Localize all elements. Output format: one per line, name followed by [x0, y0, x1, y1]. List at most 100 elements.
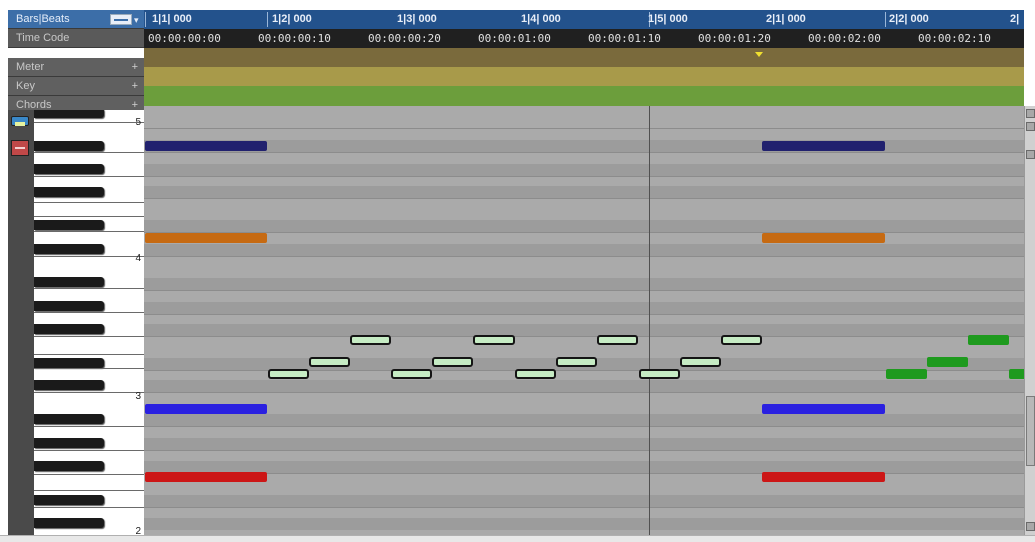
- grid-row-shade: [144, 380, 1024, 392]
- midi-note[interactable]: [145, 404, 267, 414]
- midi-note[interactable]: [145, 472, 267, 482]
- zoom-out-icon[interactable]: [1026, 122, 1035, 131]
- midi-note[interactable]: [639, 369, 680, 379]
- grid-row-shade: [144, 518, 1024, 530]
- grid-line: [144, 426, 1024, 427]
- grid-line: [144, 290, 1024, 291]
- piano-black-key[interactable]: [34, 518, 104, 528]
- time-code-value: 00:00:00:00: [148, 32, 221, 45]
- piano-black-key[interactable]: [34, 414, 104, 424]
- midi-note[interactable]: [309, 357, 350, 367]
- scrollbar-thumb[interactable]: [1026, 396, 1035, 466]
- scroll-up-arrow-icon[interactable]: [1026, 150, 1035, 159]
- piano-key-divider: [34, 176, 144, 177]
- grid-row-shade: [144, 186, 1024, 198]
- midi-note[interactable]: [927, 357, 968, 367]
- piano-black-key[interactable]: [34, 164, 104, 174]
- chords-lane[interactable]: [144, 86, 1024, 106]
- ruler-tick: [885, 12, 886, 27]
- bars-beats-ruler-header[interactable]: Bars|Beats ▾: [8, 10, 144, 29]
- grid-row-shade: [144, 140, 1024, 152]
- midi-note[interactable]: [762, 233, 885, 243]
- grid-row-shade: [144, 278, 1024, 290]
- midi-note[interactable]: [1009, 369, 1024, 379]
- grid-row-shade: [144, 302, 1024, 314]
- time-code-value: 00:00:02:10: [918, 32, 991, 45]
- piano-key-divider: [34, 202, 144, 203]
- bars-beats-ruler[interactable]: 1|1| 000 1|2| 000 1|3| 000 1|4| 000 1|5|…: [144, 10, 1024, 29]
- ruler-tick: [267, 12, 268, 27]
- time-code-ruler[interactable]: 00:00:00:00 00:00:00:10 00:00:00:20 00:0…: [144, 29, 1024, 48]
- grid-line: [144, 256, 1024, 257]
- grid-row-shade: [144, 220, 1024, 232]
- grid-row-shade: [144, 164, 1024, 176]
- grid-line: [144, 507, 1024, 508]
- bar-label: 1|4| 000: [521, 13, 561, 25]
- time-code-ruler-header[interactable]: Time Code: [8, 29, 144, 48]
- octave-label: 3: [135, 391, 141, 402]
- marker-triangle-icon[interactable]: [755, 52, 763, 57]
- key-track-header[interactable]: Key +: [8, 77, 144, 96]
- piano-black-key[interactable]: [34, 110, 104, 118]
- piano-black-key[interactable]: [34, 141, 104, 151]
- midi-note[interactable]: [680, 357, 721, 367]
- midi-note[interactable]: [762, 404, 885, 414]
- piano-key-divider: [34, 450, 144, 451]
- piano-black-key[interactable]: [34, 277, 104, 287]
- midi-note[interactable]: [268, 369, 309, 379]
- midi-note[interactable]: [515, 369, 556, 379]
- erase-tool-icon[interactable]: [11, 140, 29, 156]
- midi-note[interactable]: [762, 141, 885, 151]
- bar-label: 1|1| 000: [152, 13, 192, 25]
- time-code-value: 00:00:01:20: [698, 32, 771, 45]
- piano-black-key[interactable]: [34, 324, 104, 334]
- midi-note[interactable]: [762, 472, 885, 482]
- piano-black-key[interactable]: [34, 438, 104, 448]
- piano-black-key[interactable]: [34, 187, 104, 197]
- bar-label: 1|3| 000: [397, 13, 437, 25]
- piano-roll-grid[interactable]: [144, 106, 1024, 535]
- key-lane[interactable]: [144, 67, 1024, 86]
- grid-row-shade: [144, 414, 1024, 426]
- midi-note[interactable]: [350, 335, 391, 345]
- add-meter-button[interactable]: +: [132, 58, 138, 77]
- grid-row-shade: [144, 495, 1024, 507]
- midi-note[interactable]: [432, 357, 473, 367]
- ruler-menu-icon[interactable]: [110, 14, 132, 25]
- midi-note[interactable]: [391, 369, 432, 379]
- piano-key-divider: [34, 336, 144, 337]
- piano-black-key[interactable]: [34, 220, 104, 230]
- piano-keyboard[interactable]: 5 4 3 2: [34, 110, 145, 535]
- top-strip: [0, 0, 1035, 10]
- vertical-scrollbar[interactable]: [1024, 106, 1035, 535]
- chevron-down-icon[interactable]: ▾: [134, 11, 139, 30]
- note-tool-icon[interactable]: [11, 116, 29, 126]
- ruler-tick: [145, 12, 146, 27]
- octave-label: 5: [135, 117, 141, 128]
- grid-line: [144, 314, 1024, 315]
- piano-black-key[interactable]: [34, 301, 104, 311]
- meter-lane[interactable]: [144, 48, 1024, 67]
- piano-key-divider: [34, 256, 144, 257]
- midi-note[interactable]: [886, 369, 927, 379]
- midi-note[interactable]: [721, 335, 762, 345]
- midi-note[interactable]: [597, 335, 638, 345]
- scroll-down-arrow-icon[interactable]: [1026, 522, 1035, 531]
- midi-note[interactable]: [556, 357, 597, 367]
- playhead-line[interactable]: [649, 106, 650, 535]
- piano-black-key[interactable]: [34, 244, 104, 254]
- add-key-button[interactable]: +: [132, 77, 138, 96]
- piano-black-key[interactable]: [34, 380, 104, 390]
- time-code-label: Time Code: [16, 32, 70, 44]
- midi-note[interactable]: [968, 335, 1009, 345]
- midi-note[interactable]: [473, 335, 515, 345]
- piano-black-key[interactable]: [34, 461, 104, 471]
- midi-note[interactable]: [145, 141, 267, 151]
- piano-key-divider: [34, 507, 144, 508]
- meter-track-header[interactable]: Meter +: [8, 58, 144, 77]
- piano-black-key[interactable]: [34, 495, 104, 505]
- piano-key-divider: [34, 354, 144, 355]
- zoom-in-icon[interactable]: [1026, 109, 1035, 118]
- midi-note[interactable]: [145, 233, 267, 243]
- piano-black-key[interactable]: [34, 358, 104, 368]
